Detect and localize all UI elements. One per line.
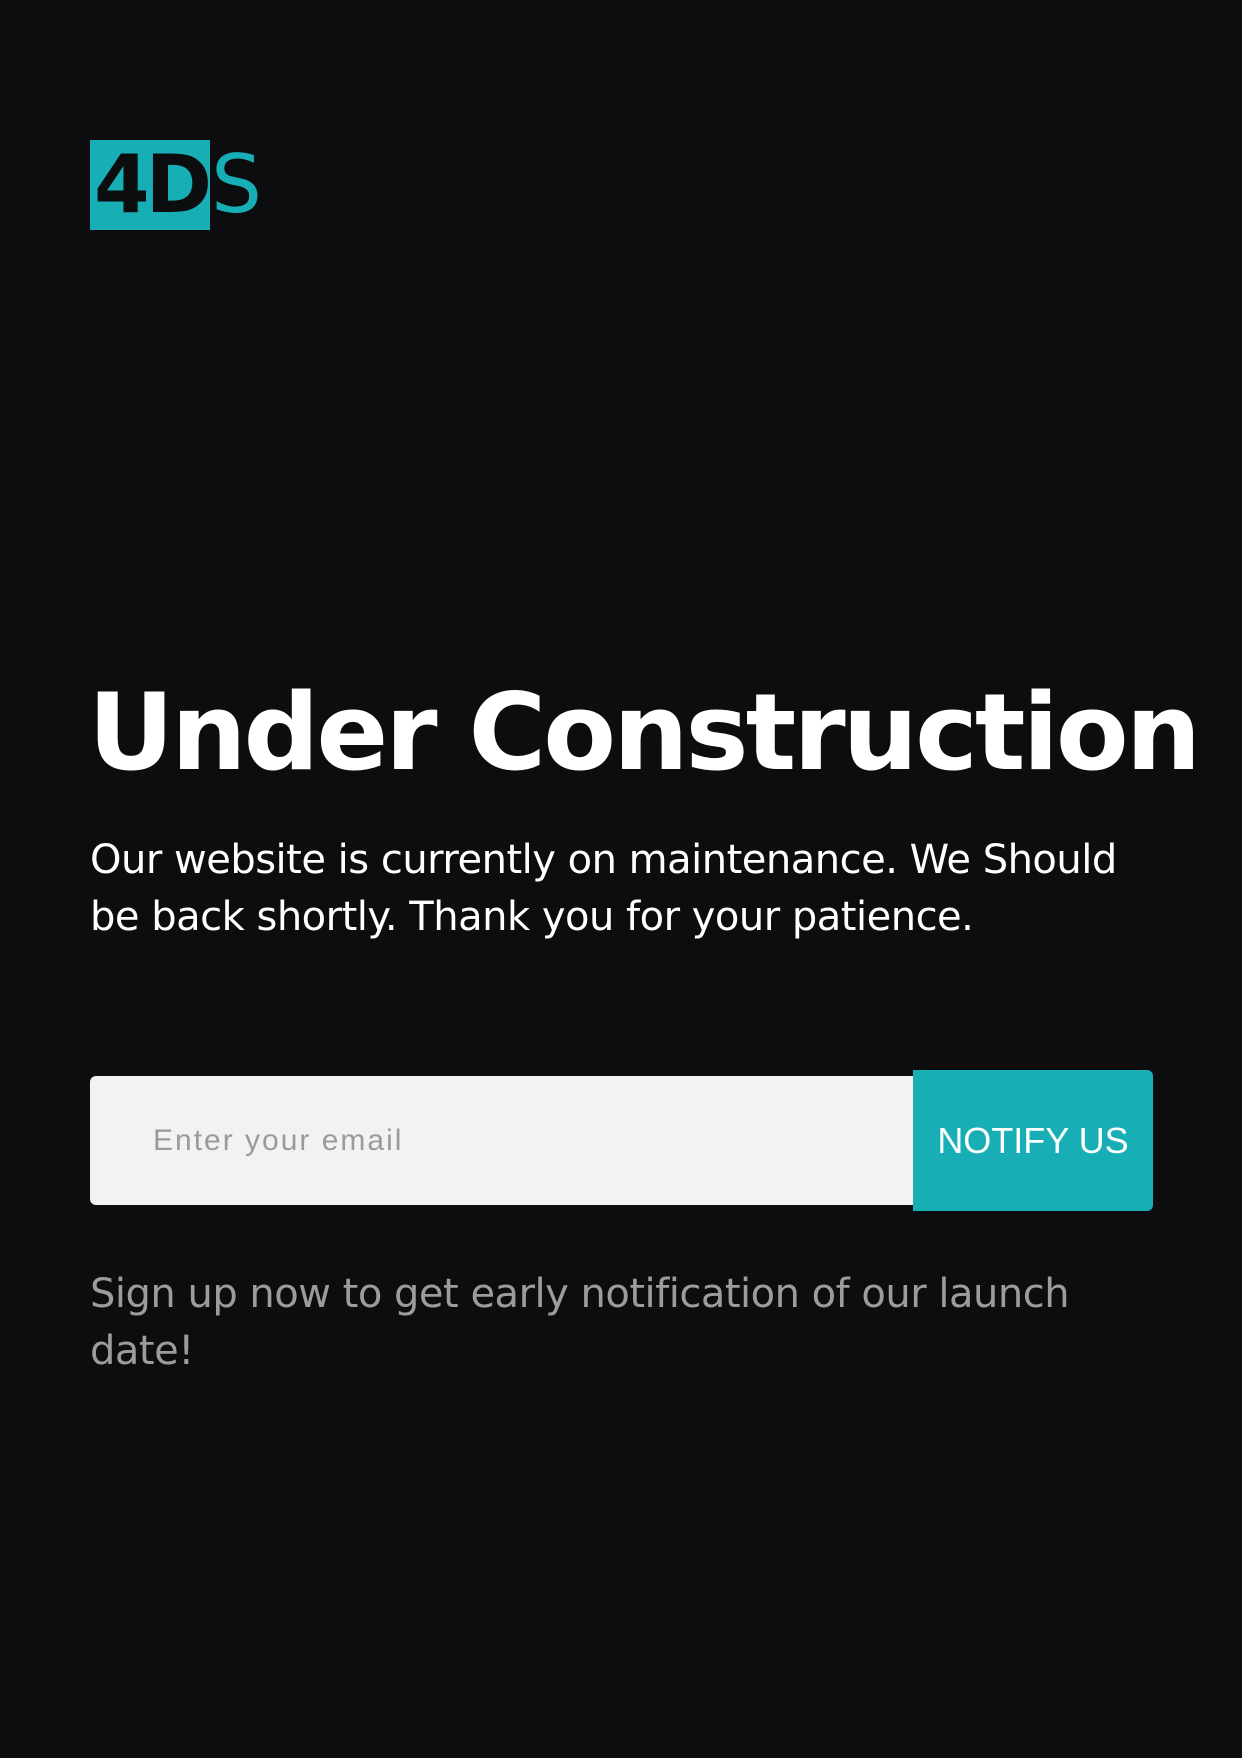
- email-input[interactable]: [90, 1076, 913, 1205]
- logo-mark-text: 4D: [94, 138, 212, 231]
- notify-form: NOTIFY US: [90, 1070, 1153, 1211]
- logo-tail-text: S: [211, 138, 262, 231]
- signup-note: Sign up now to get early notification of…: [90, 1271, 1070, 1374]
- logo-mark: 4D: [90, 138, 212, 231]
- brand-logo: 4D S: [90, 140, 262, 230]
- notify-us-button[interactable]: NOTIFY US: [913, 1070, 1153, 1211]
- maintenance-description: Our website is currently on maintenance.…: [90, 837, 1117, 940]
- page-title: Under Construction: [88, 671, 1201, 794]
